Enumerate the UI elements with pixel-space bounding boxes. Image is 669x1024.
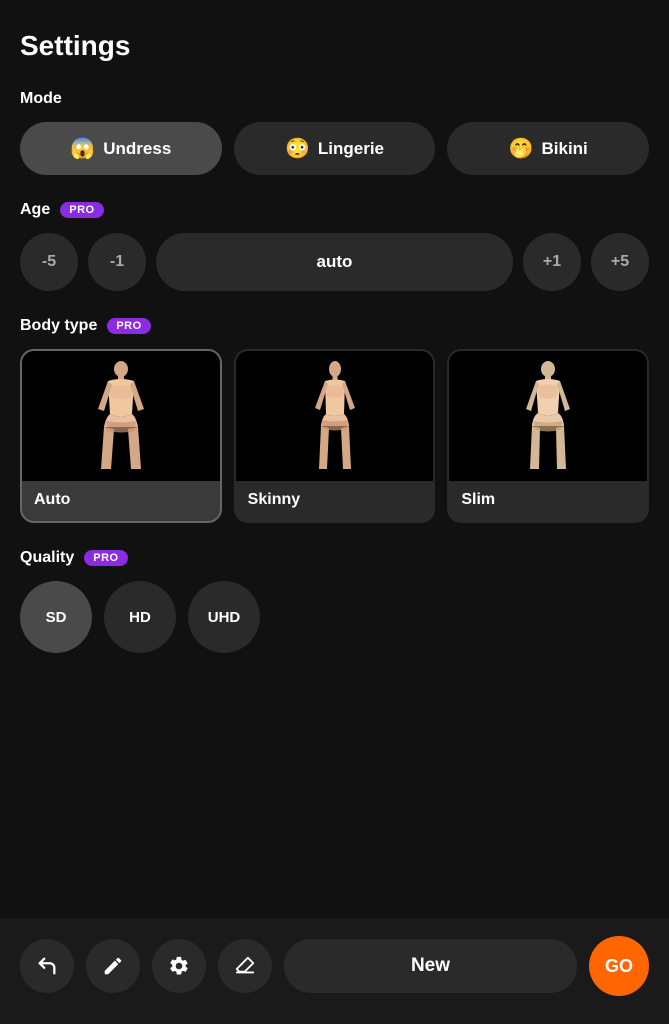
back-button[interactable]	[20, 939, 74, 993]
age-minus1-btn[interactable]: -1	[88, 233, 146, 291]
age-minus5-btn[interactable]: -5	[20, 233, 78, 291]
quality-section: Quality PRO SD HD UHD	[20, 549, 649, 653]
body-cards: Auto	[20, 349, 649, 523]
age-auto-btn[interactable]: auto	[156, 233, 513, 291]
quality-label: Quality PRO	[20, 549, 649, 567]
eraser-button[interactable]	[218, 939, 272, 993]
body-figure-auto-svg	[86, 359, 156, 474]
body-card-slim-label: Slim	[449, 481, 647, 521]
go-label: GO	[605, 956, 633, 977]
settings-button[interactable]	[152, 939, 206, 993]
go-button[interactable]: GO	[589, 936, 649, 996]
eraser-icon	[234, 955, 256, 977]
lingerie-label: Lingerie	[318, 139, 384, 159]
age-section: Age PRO -5 -1 auto +1 +5	[20, 201, 649, 291]
body-card-skinny[interactable]: Skinny	[234, 349, 436, 523]
body-figure-slim-svg	[513, 359, 583, 474]
age-buttons: -5 -1 auto +1 +5	[20, 233, 649, 291]
age-plus1-btn[interactable]: +1	[523, 233, 581, 291]
age-plus5-btn[interactable]: +5	[591, 233, 649, 291]
mode-label: Mode	[20, 90, 649, 108]
quality-pro-badge: PRO	[84, 550, 127, 566]
body-card-skinny-label: Skinny	[236, 481, 434, 521]
lingerie-emoji: 😳	[285, 136, 310, 161]
body-card-skinny-img	[236, 351, 434, 481]
undress-label: Undress	[103, 139, 171, 159]
brush-button[interactable]	[86, 939, 140, 993]
quality-hd-btn[interactable]: HD	[104, 581, 176, 653]
quality-buttons: SD HD UHD	[20, 581, 649, 653]
body-card-auto-img	[22, 351, 220, 481]
age-label: Age PRO	[20, 201, 649, 219]
body-section: Body type PRO	[20, 317, 649, 523]
settings-icon	[168, 955, 190, 977]
bikini-label: Bikini	[541, 139, 587, 159]
new-button[interactable]: New	[284, 939, 577, 993]
bottom-toolbar: New GO	[0, 918, 669, 1024]
quality-sd-btn[interactable]: SD	[20, 581, 92, 653]
quality-uhd-btn[interactable]: UHD	[188, 581, 260, 653]
page-title: Settings	[20, 30, 649, 62]
body-figure-skinny-svg	[300, 359, 370, 474]
mode-btn-undress[interactable]: 😱 Undress	[20, 122, 222, 175]
mode-buttons: 😱 Undress 😳 Lingerie 🤭 Bikini	[20, 122, 649, 175]
body-type-label: Body type PRO	[20, 317, 649, 335]
body-card-auto[interactable]: Auto	[20, 349, 222, 523]
undress-emoji: 😱	[70, 136, 95, 161]
body-card-slim[interactable]: Slim	[447, 349, 649, 523]
mode-btn-bikini[interactable]: 🤭 Bikini	[447, 122, 649, 175]
age-pro-badge: PRO	[60, 202, 103, 218]
brush-icon	[102, 955, 124, 977]
body-card-slim-img	[449, 351, 647, 481]
mode-btn-lingerie[interactable]: 😳 Lingerie	[234, 122, 436, 175]
page-container: Settings Mode 😱 Undress 😳 Lingerie 🤭 Bik…	[0, 0, 669, 1024]
back-icon	[36, 955, 58, 977]
new-label: New	[411, 955, 450, 977]
bikini-emoji: 🤭	[509, 136, 534, 161]
mode-section: Mode 😱 Undress 😳 Lingerie 🤭 Bikini	[20, 90, 649, 175]
body-pro-badge: PRO	[107, 318, 150, 334]
body-card-auto-label: Auto	[22, 481, 220, 521]
